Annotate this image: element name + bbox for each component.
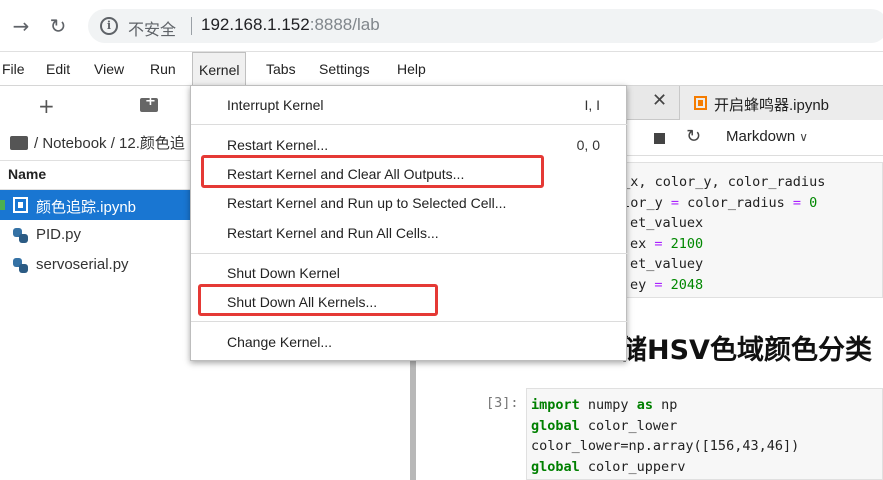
cell-type-value: Markdown [726, 128, 796, 145]
menu-item-shortcut: 0, 0 [576, 137, 600, 153]
menu-separator [191, 124, 628, 125]
menu-item-shortcut: I, I [584, 97, 600, 113]
menu-item-label: Change Kernel... [227, 334, 333, 350]
markdown-heading: 储HSV色域颜色分类 [620, 335, 872, 366]
menu-item-label: Restart Kernel and Run All Cells... [227, 225, 439, 241]
notebook-icon [694, 96, 707, 110]
tab-notebook[interactable]: 开启蜂鸣器.ipynb [679, 86, 883, 120]
address-separator [191, 17, 192, 35]
menu-bar: File Edit View Run Kernel Tabs Settings … [0, 52, 883, 86]
menu-settings[interactable]: Settings [313, 52, 376, 86]
code-line: color_lower=np.array([156,43,46]) [531, 438, 800, 454]
menu-item-restart-run-all[interactable]: Restart Kernel and Run All Cells... [191, 220, 628, 248]
file-name: PID.py [36, 226, 82, 243]
code-line: r_x, color_y, color_radius [614, 174, 826, 190]
notebook-icon [13, 197, 28, 213]
code-line: olor_y = color_radius = 0 [614, 194, 818, 211]
code-line: global color_upperv [531, 458, 686, 475]
url-text[interactable]: 192.168.1.152:8888/lab [201, 15, 380, 35]
code-line: global color_lower [531, 417, 678, 434]
menu-file[interactable]: File [0, 52, 31, 86]
python-file-icon [13, 258, 28, 273]
running-indicator [0, 200, 5, 210]
close-icon[interactable]: ✕ [652, 90, 667, 111]
menu-item-label: Interrupt Kernel [227, 97, 324, 113]
folder-icon[interactable] [10, 136, 28, 150]
code-line: et_valuex [630, 215, 704, 231]
menu-item-label: Restart Kernel... [227, 137, 329, 153]
new-launcher-plus-icon[interactable]: + [38, 94, 55, 118]
reload-icon[interactable]: ↻ [45, 13, 71, 39]
menu-tabs[interactable]: Tabs [260, 52, 302, 86]
menu-view[interactable]: View [88, 52, 130, 86]
cell-prompt: [3]: [486, 395, 519, 411]
menu-edit[interactable]: Edit [40, 52, 76, 86]
code-line: ex = 2100 [630, 235, 704, 252]
menu-separator [191, 253, 628, 254]
menu-kernel[interactable]: Kernel [192, 52, 247, 86]
code-line: import numpy as np [531, 397, 678, 413]
not-secure-label: 不安全 [128, 20, 177, 39]
tab-label: 开启蜂鸣器.ipynb [714, 97, 830, 114]
cell-type-select[interactable]: Markdown ∨ [726, 128, 808, 145]
highlight-box-shut-down-all [198, 284, 438, 316]
forward-arrow-icon[interactable]: → [8, 13, 34, 39]
jupyterlab-window: → ↻ i 不安全 192.168.1.152:8888/lab File Ed… [0, 0, 883, 480]
menu-separator [191, 321, 628, 322]
breadcrumb[interactable]: / Notebook / 12.颜色追 [34, 132, 185, 153]
stop-icon[interactable] [654, 133, 665, 144]
url-host: 192.168.1.152 [201, 15, 310, 34]
file-name: servoserial.py [36, 256, 129, 273]
chevron-down-icon: ∨ [799, 130, 808, 144]
url-port: :8888/lab [309, 15, 380, 34]
python-file-icon [13, 228, 28, 243]
browser-toolbar: → ↻ i 不安全 192.168.1.152:8888/lab [0, 0, 883, 52]
menu-item-label: Restart Kernel and Run up to Selected Ce… [227, 195, 507, 211]
new-folder-icon[interactable] [140, 94, 158, 112]
code-line: ey = 2048 [630, 276, 704, 293]
menu-help[interactable]: Help [391, 52, 432, 86]
file-name: 颜色追踪.ipynb [36, 199, 137, 216]
menu-run[interactable]: Run [144, 52, 182, 86]
kernel-dropdown-menu: Interrupt Kernel I, I Restart Kernel... … [190, 85, 628, 361]
menu-item-restart-run-to-cell[interactable]: Restart Kernel and Run up to Selected Ce… [191, 190, 628, 218]
menu-item-change-kernel[interactable]: Change Kernel... [191, 329, 628, 357]
code-line: et_valuey [630, 256, 704, 272]
restart-icon[interactable]: ↻ [686, 126, 701, 147]
highlight-box-clear-outputs [201, 155, 544, 188]
address-bar[interactable]: i 不安全 192.168.1.152:8888/lab [88, 9, 883, 43]
info-icon[interactable]: i [100, 17, 118, 35]
menu-item-interrupt-kernel[interactable]: Interrupt Kernel I, I [191, 92, 628, 120]
menu-item-label: Shut Down Kernel [227, 265, 340, 281]
column-header-name[interactable]: Name [8, 166, 46, 182]
